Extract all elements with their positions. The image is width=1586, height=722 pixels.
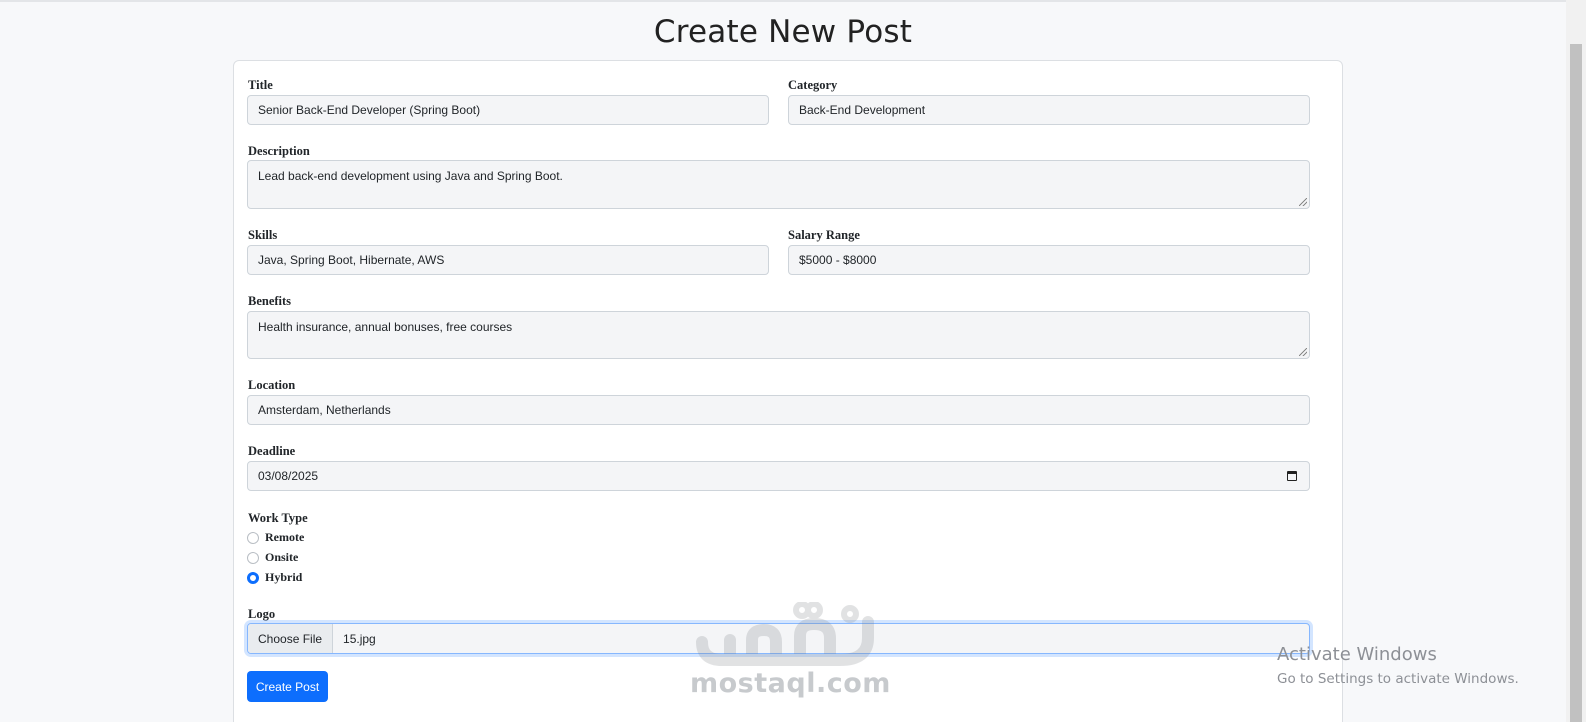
activate-windows-subtitle: Go to Settings to activate Windows. [1277,671,1519,687]
create-post-button[interactable]: Create Post [247,671,328,702]
skills-label: Skills [248,228,278,242]
radio-onsite-label: Onsite [265,550,299,564]
title-label: Title [248,78,273,92]
work-type-label: Work Type [248,511,308,525]
deadline-label: Deadline [248,444,296,458]
radio-remote[interactable] [247,531,259,544]
page-title: Create New Post [653,14,913,50]
radio-option-hybrid[interactable]: Hybrid [247,570,302,585]
location-label: Location [248,378,296,392]
radio-option-remote[interactable]: Remote [247,530,304,545]
resize-handle-icon[interactable] [1299,198,1307,206]
radio-remote-label: Remote [265,530,305,544]
benefits-textarea[interactable]: Health insurance, annual bonuses, free c… [247,311,1310,359]
watermark-text: mostaql.com [690,668,891,699]
description-label: Description [248,144,310,158]
file-name: 15.jpg [343,631,376,646]
scrollbar-thumb[interactable] [1570,44,1582,722]
benefits-label: Benefits [248,294,292,308]
deadline-value: 03/08/2025 [258,469,319,483]
benefits-text: Health insurance, annual bonuses, free c… [258,320,513,334]
logo-label: Logo [248,607,276,621]
radio-option-onsite[interactable]: Onsite [247,550,298,565]
title-input[interactable]: Senior Back-End Developer (Spring Boot) [247,95,769,125]
vertical-scrollbar[interactable] [1566,0,1586,722]
salary-range-label: Salary Range [788,228,860,242]
choose-file-button[interactable]: Choose File [248,624,334,653]
radio-onsite[interactable] [247,551,259,564]
activate-windows-title: Activate Windows [1277,644,1437,665]
activate-windows-notice: Activate Windows Go to Settings to activ… [1277,644,1519,687]
category-label: Category [788,78,838,92]
calendar-icon[interactable] [1287,471,1297,481]
category-input[interactable]: Back-End Development [788,95,1310,125]
location-input[interactable]: Amsterdam, Netherlands [247,395,1310,425]
mostaql-logo [696,602,874,666]
skills-input[interactable]: Java, Spring Boot, Hibernate, AWS [247,245,769,275]
salary-range-input[interactable]: $5000 - $8000 [788,245,1310,275]
deadline-date-input[interactable]: 03/08/2025 [247,461,1310,491]
description-text: Lead back-end development using Java and… [258,169,563,183]
radio-hybrid[interactable] [247,571,259,584]
top-border [0,0,1566,2]
resize-handle-icon[interactable] [1299,348,1307,356]
radio-hybrid-label: Hybrid [265,570,303,584]
description-textarea[interactable]: Lead back-end development using Java and… [247,160,1310,209]
